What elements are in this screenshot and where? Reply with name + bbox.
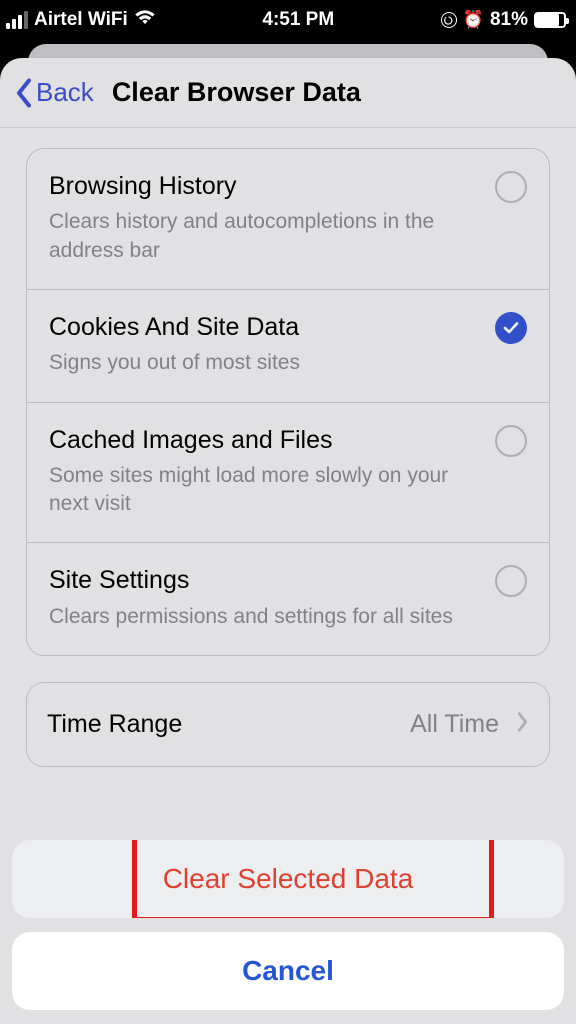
clear-options-group: Browsing History Clears history and auto…	[26, 148, 550, 656]
option-cookies[interactable]: Cookies And Site Data Signs you out of m…	[27, 289, 549, 402]
back-label: Back	[36, 77, 94, 108]
option-title: Browsing History	[49, 171, 479, 202]
radio-icon	[495, 565, 527, 597]
back-button[interactable]: Back	[14, 77, 94, 108]
nav-bar: Back Clear Browser Data	[0, 58, 576, 128]
radio-icon	[495, 425, 527, 457]
clock: 4:51 PM	[262, 9, 334, 31]
battery-pct: 81%	[490, 9, 528, 31]
battery-icon	[534, 12, 566, 28]
chevron-right-icon	[515, 711, 529, 738]
option-site-settings[interactable]: Site Settings Clears permissions and set…	[27, 542, 549, 655]
status-bar: Airtel WiFi 4:51 PM ⏰ 81%	[0, 0, 576, 40]
action-sheet: Clear Selected Data Cancel	[12, 840, 564, 1010]
clear-selected-data-button[interactable]: Clear Selected Data	[12, 840, 564, 918]
option-browsing-history[interactable]: Browsing History Clears history and auto…	[27, 149, 549, 289]
time-range-value: All Time	[410, 710, 499, 739]
time-range-label: Time Range	[47, 709, 394, 740]
option-title: Site Settings	[49, 565, 479, 596]
cancel-button[interactable]: Cancel	[12, 932, 564, 1010]
option-desc: Some sites might load more slowly on you…	[49, 462, 479, 519]
orientation-lock-icon	[441, 12, 457, 28]
carrier-label: Airtel WiFi	[34, 9, 128, 31]
option-title: Cached Images and Files	[49, 425, 479, 456]
option-desc: Clears permissions and settings for all …	[49, 603, 479, 631]
chevron-left-icon	[14, 78, 34, 108]
option-desc: Signs you out of most sites	[49, 349, 479, 377]
page-title: Clear Browser Data	[112, 77, 361, 108]
radio-checked-icon	[495, 312, 527, 344]
option-cached[interactable]: Cached Images and Files Some sites might…	[27, 402, 549, 543]
cell-signal-icon	[6, 11, 28, 29]
alarm-icon: ⏰	[463, 10, 484, 30]
time-range-row[interactable]: Time Range All Time	[27, 683, 549, 766]
radio-icon	[495, 171, 527, 203]
time-range-group: Time Range All Time	[26, 682, 550, 767]
wifi-icon	[134, 9, 156, 31]
option-desc: Clears history and autocompletions in th…	[49, 208, 479, 265]
option-title: Cookies And Site Data	[49, 312, 479, 343]
